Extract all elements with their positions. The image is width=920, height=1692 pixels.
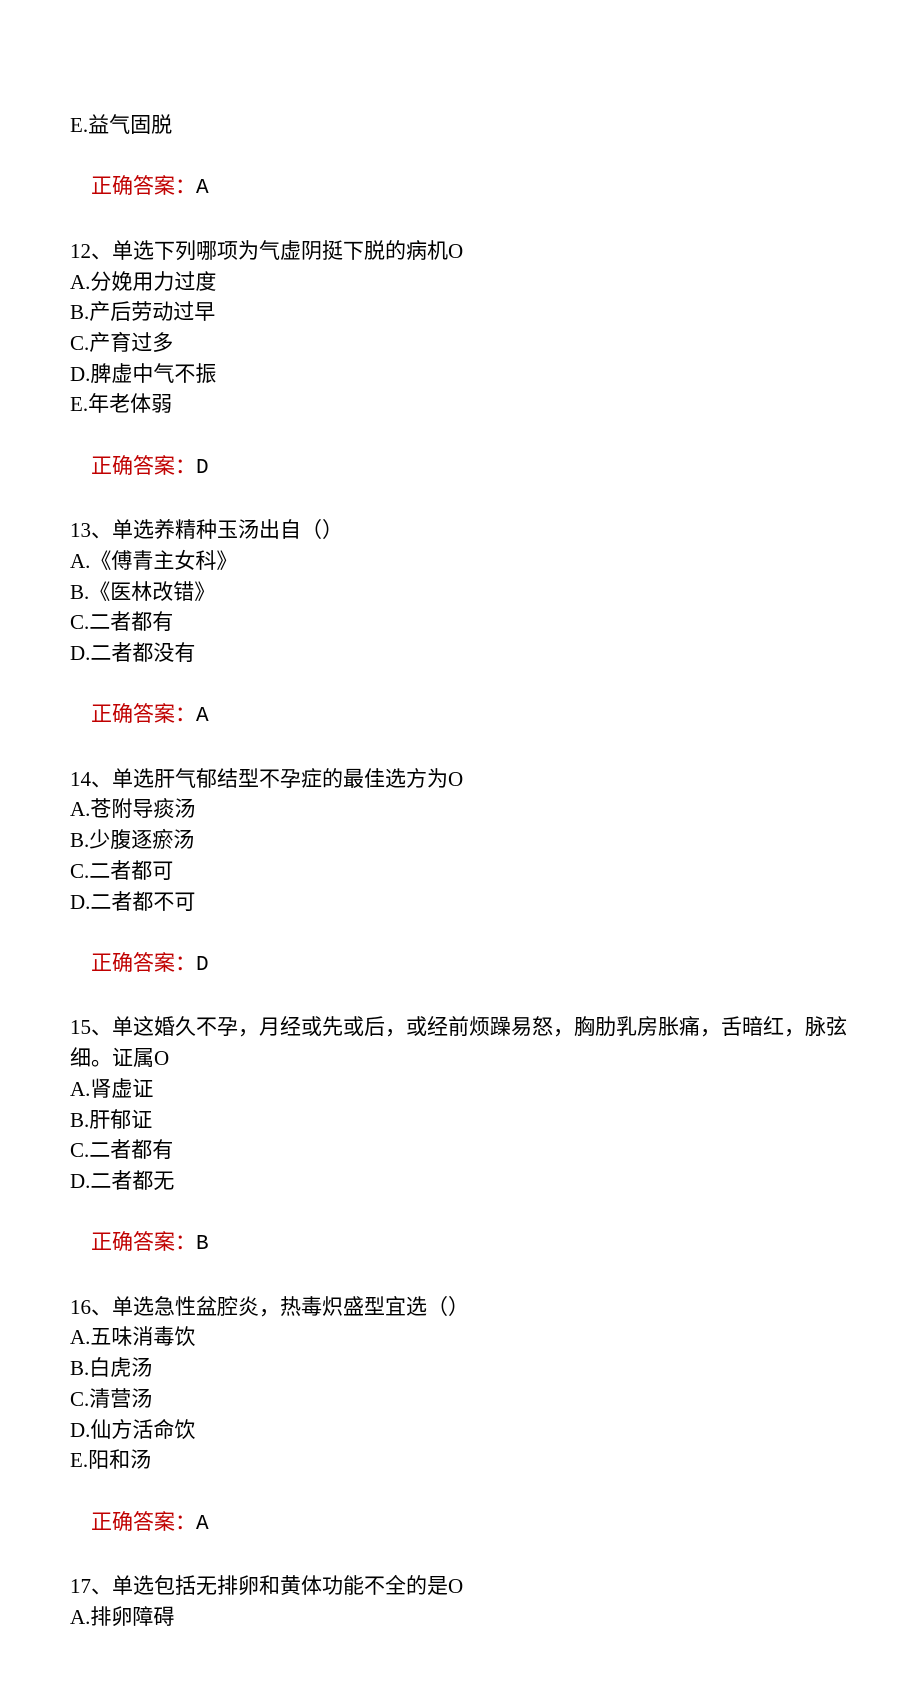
- answer-label: 正确答案：: [91, 1510, 196, 1534]
- q11-option-e: E.益气固脱: [70, 110, 850, 141]
- q15-option-b: B.肝郁证: [70, 1105, 850, 1136]
- document-page: E.益气固脱 正确答案：A 12、单选下列哪项为气虚阴挺下脱的病机O A.分娩用…: [0, 0, 920, 1692]
- q15-option-c: C.二者都有: [70, 1135, 850, 1166]
- q16-option-b: B.白虎汤: [70, 1353, 850, 1384]
- answer-label: 正确答案：: [91, 174, 196, 198]
- q12-stem: 12、单选下列哪项为气虚阴挺下脱的病机O: [70, 236, 850, 267]
- q12-option-c: C.产育过多: [70, 328, 850, 359]
- q15-answer-line: 正确答案：B: [70, 1197, 850, 1292]
- q13-option-d: D.二者都没有: [70, 638, 850, 669]
- answer-label: 正确答案：: [91, 1230, 196, 1254]
- q14-answer-value: D: [196, 954, 209, 977]
- q14-stem: 14、单选肝气郁结型不孕症的最佳选方为O: [70, 764, 850, 795]
- q12-option-a: A.分娩用力过度: [70, 267, 850, 298]
- q13-option-a: A.《傅青主女科》: [70, 546, 850, 577]
- q14-option-b: B.少腹逐瘀汤: [70, 825, 850, 856]
- q16-option-c: C.清营汤: [70, 1384, 850, 1415]
- q16-option-e: E.阳和汤: [70, 1445, 850, 1476]
- answer-label: 正确答案：: [91, 702, 196, 726]
- q16-option-d: D.仙方活命饮: [70, 1415, 850, 1446]
- q12-option-b: B.产后劳动过早: [70, 297, 850, 328]
- q13-answer-line: 正确答案：A: [70, 669, 850, 764]
- q12-answer-value: D: [196, 457, 209, 480]
- q14-answer-line: 正确答案：D: [70, 917, 850, 1012]
- q16-stem: 16、单选急性盆腔炎，热毒炽盛型宜选（）: [70, 1292, 850, 1323]
- q11-answer-value: A: [196, 177, 209, 200]
- q12-answer-line: 正确答案：D: [70, 420, 850, 515]
- q13-option-c: C.二者都有: [70, 607, 850, 638]
- q16-answer-value: A: [196, 1513, 209, 1536]
- q14-option-a: A.苍附导痰汤: [70, 794, 850, 825]
- q11-answer-line: 正确答案：A: [70, 141, 850, 236]
- q13-option-b: B.《医林改错》: [70, 577, 850, 608]
- q12-option-d: D.脾虚中气不振: [70, 359, 850, 390]
- q16-answer-line: 正确答案：A: [70, 1476, 850, 1571]
- q16-option-a: A.五味消毒饮: [70, 1322, 850, 1353]
- q14-option-d: D.二者都不可: [70, 887, 850, 918]
- q12-option-e: E.年老体弱: [70, 389, 850, 420]
- q14-option-c: C.二者都可: [70, 856, 850, 887]
- q13-stem: 13、单选养精种玉汤出自（）: [70, 515, 850, 546]
- q15-option-a: A.肾虚证: [70, 1074, 850, 1105]
- q17-stem: 17、单选包括无排卵和黄体功能不全的是O: [70, 1571, 850, 1602]
- q15-option-d: D.二者都无: [70, 1166, 850, 1197]
- q15-stem: 15、单这婚久不孕，月经或先或后，或经前烦躁易怒，胸肋乳房胀痛，舌暗红，脉弦细。…: [70, 1012, 850, 1073]
- q17-option-a: A.排卵障碍: [70, 1602, 850, 1633]
- q13-answer-value: A: [196, 705, 209, 728]
- q15-answer-value: B: [196, 1233, 209, 1256]
- answer-label: 正确答案：: [91, 951, 196, 975]
- answer-label: 正确答案：: [91, 454, 196, 478]
